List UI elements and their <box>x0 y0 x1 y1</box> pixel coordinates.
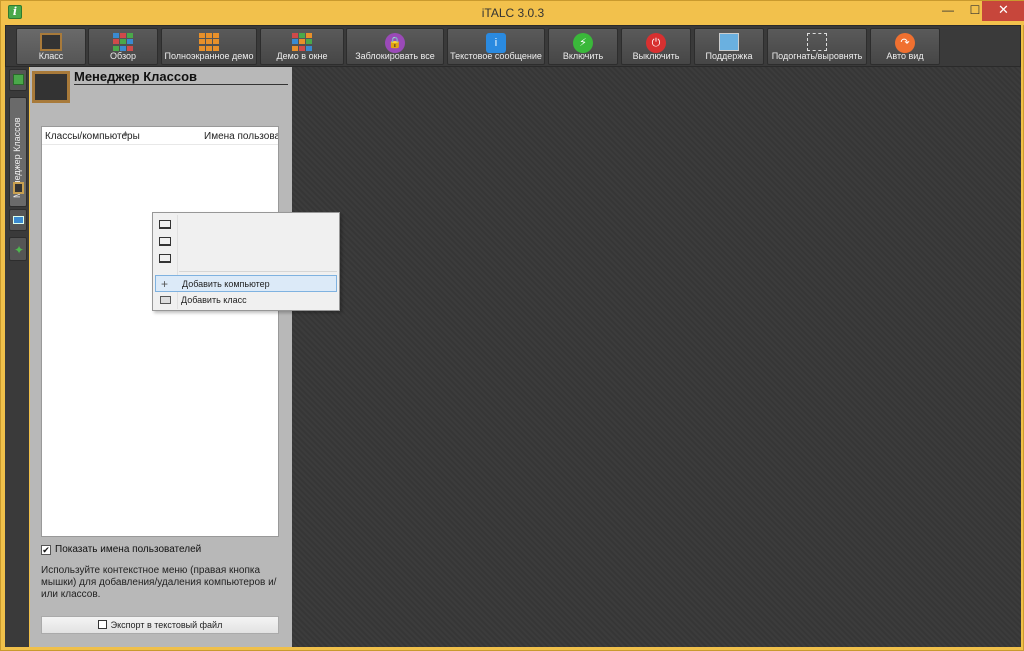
fit-align-label: Подогнать/выровнять <box>771 51 863 61</box>
auto-view-icon: ↷ <box>895 33 915 53</box>
power-off-button[interactable]: ⏻ Выключить <box>621 28 691 65</box>
column-header-classes[interactable]: Классы/компьютеры ▲ <box>45 130 140 142</box>
context-menu: + Добавить компьютер Добавить класс <box>152 212 340 311</box>
computer-icon <box>159 254 171 263</box>
title-bar: i iTALC 3.0.3 — ☐ ✕ <box>1 1 1024 25</box>
save-icon <box>97 620 107 629</box>
fit-align-button[interactable]: Подогнать/выровнять <box>767 28 867 65</box>
minimize-button[interactable]: — <box>934 1 962 21</box>
window-demo-label: Демо в окне <box>276 51 328 61</box>
main-toolbar: Класс Обзор Полноэкранное демо Демо в ок… <box>5 25 1021 67</box>
auto-view-label: Авто вид <box>886 51 924 61</box>
classroom-board-icon <box>32 71 70 103</box>
classroom-board-icon <box>13 182 24 194</box>
sort-arrow-icon: ▲ <box>122 130 129 137</box>
fullscreen-demo-button[interactable]: Полноэкранное демо <box>161 28 257 65</box>
sidebar-tab-computers[interactable] <box>9 69 27 91</box>
menu-item-label: Добавить класс <box>181 295 247 305</box>
panel-title: Менеджер Классов <box>74 69 198 84</box>
computer-icon <box>159 237 171 246</box>
text-message-label: Текстовое сообщение <box>450 51 542 61</box>
fullscreen-demo-label: Полноэкранное демо <box>164 51 254 61</box>
export-button-label: Экспорт в текстовый файл <box>110 620 223 630</box>
workspace-area[interactable] <box>292 67 1021 647</box>
classroom-board-icon <box>40 33 62 51</box>
side-tab-bar: Менеджер Классов ✦ <box>5 67 29 647</box>
power-on-button[interactable]: ⚡ Включить <box>548 28 618 65</box>
folder-add-icon <box>160 296 171 304</box>
close-button[interactable]: ✕ <box>982 1 1024 21</box>
window-demo-button[interactable]: Демо в окне <box>260 28 344 65</box>
power-on-label: Включить <box>562 51 604 61</box>
support-label: Поддержка <box>705 51 753 61</box>
app-window: i iTALC 3.0.3 — ☐ ✕ Класс Обзор Полноэкр… <box>0 0 1024 651</box>
show-usernames-checkbox[interactable]: ✔ <box>41 545 51 555</box>
support-button[interactable]: Поддержка <box>694 28 764 65</box>
overview-button[interactable]: Обзор <box>88 28 158 65</box>
lock-all-button[interactable]: 🔒 Заблокировать все <box>346 28 444 65</box>
computer-icon <box>159 220 171 229</box>
tree-header: Классы/компьютеры ▲ Имена пользователей <box>42 127 278 145</box>
sidebar-tab-settings[interactable]: ✦ <box>9 237 27 261</box>
plus-icon: + <box>161 277 169 291</box>
sidebar-tab-snapshots[interactable] <box>9 209 27 231</box>
classroom-button[interactable]: Класс <box>16 28 86 65</box>
class-manager-panel: Менеджер Классов Классы/компьютеры ▲ Име… <box>30 67 292 647</box>
menu-separator <box>179 271 337 272</box>
column-header-usernames[interactable]: Имена пользователей <box>204 131 278 142</box>
power-off-label: Выключить <box>632 51 680 61</box>
fullscreen-demo-icon <box>199 33 219 51</box>
menu-item-label: Добавить компьютер <box>182 279 270 289</box>
window-title: iTALC 3.0.3 <box>481 6 545 20</box>
computers-icon <box>13 74 24 85</box>
export-button[interactable]: Экспорт в текстовый файл <box>41 616 279 634</box>
classroom-button-label: Класс <box>38 51 64 61</box>
title-divider <box>74 84 288 85</box>
text-message-button[interactable]: i Текстовое сообщение <box>447 28 545 65</box>
snapshot-icon <box>13 216 24 224</box>
overview-grid-icon <box>113 33 133 51</box>
sidebar-tab-class-manager[interactable]: Менеджер Классов <box>9 97 27 207</box>
lock-all-label: Заблокировать все <box>355 51 435 61</box>
show-usernames-row[interactable]: ✔ Показать имена пользователей <box>41 544 201 555</box>
overview-button-label: Обзор <box>110 51 136 61</box>
power-off-icon: ⏻ <box>646 33 666 53</box>
menu-item-add-class[interactable]: Добавить класс <box>155 292 337 309</box>
lock-icon: 🔒 <box>385 33 405 53</box>
class-tree[interactable]: Классы/компьютеры ▲ Имена пользователей <box>41 126 279 537</box>
info-message-icon: i <box>486 33 506 53</box>
support-icon <box>719 33 739 51</box>
auto-view-button[interactable]: ↷ Авто вид <box>870 28 940 65</box>
fit-align-icon <box>807 33 827 51</box>
menu-item-add-computer[interactable]: + Добавить компьютер <box>155 275 337 292</box>
window-demo-icon <box>292 33 312 51</box>
show-usernames-label: Показать имена пользователей <box>55 544 202 555</box>
power-on-icon: ⚡ <box>573 33 593 53</box>
settings-icon: ✦ <box>14 243 25 257</box>
hint-text: Используйте контекстное меню (правая кно… <box>41 565 277 600</box>
